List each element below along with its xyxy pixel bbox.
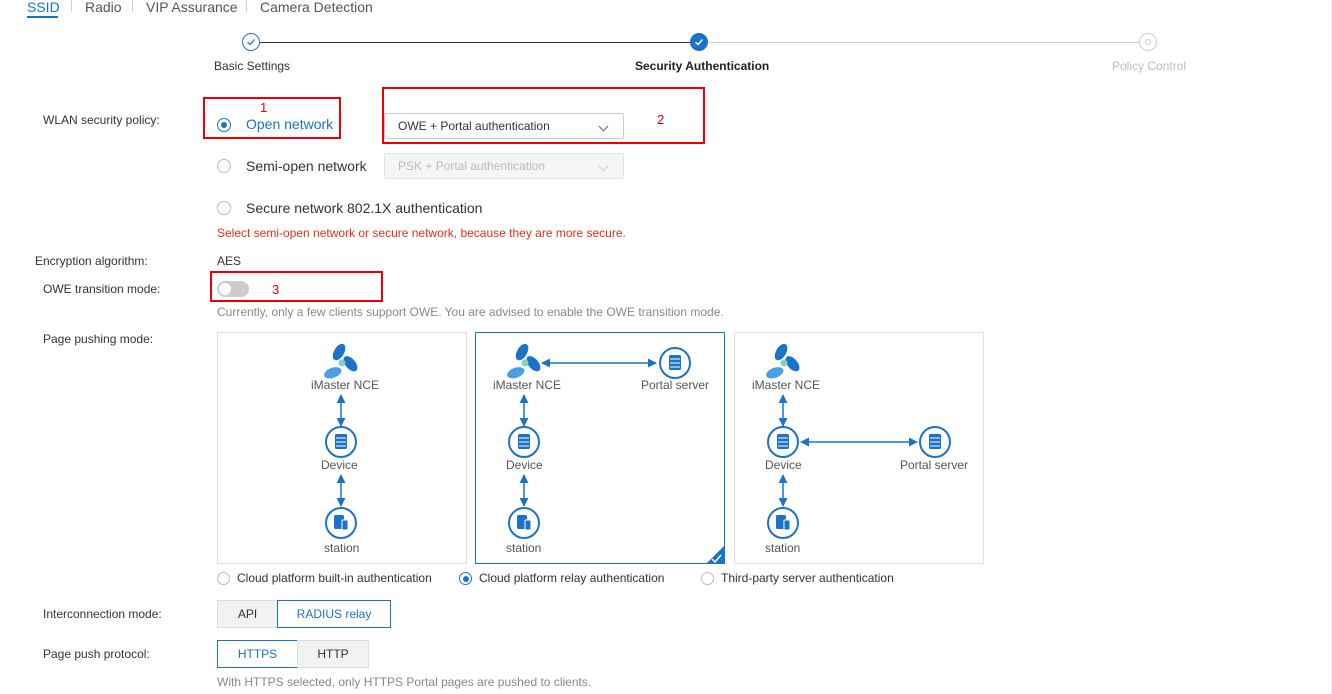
push-mode-card-builtin[interactable]: iMaster NCE Device station <box>217 332 467 564</box>
annotation-number-2: 2 <box>657 112 665 127</box>
relay-auth-label[interactable]: Cloud platform relay authentication <box>479 571 664 585</box>
secure-network-label[interactable]: Secure network <box>246 200 343 216</box>
push-mode-card-third-party[interactable]: iMaster NCE Device Portal server station <box>734 332 984 564</box>
device-icon <box>767 426 799 458</box>
step-policy-control-icon <box>1139 33 1157 51</box>
node-label-station: station <box>765 541 801 555</box>
imaster-nce-icon <box>324 343 358 379</box>
step-connector-pending <box>709 42 1139 43</box>
protocol-hint-text: With HTTPS selected, only HTTPS Portal p… <box>217 675 592 689</box>
node-label-nce: iMaster NCE <box>493 378 562 392</box>
node-label-portal-server: Portal server <box>641 378 710 392</box>
interconnection-radius-relay-button[interactable]: RADIUS relay <box>277 600 391 628</box>
node-label-device: Device <box>765 458 802 472</box>
step-connector-done <box>260 42 690 43</box>
interconnection-mode-label: Interconnection mode: <box>43 607 162 621</box>
semi-open-network-label[interactable]: Semi-open network <box>246 158 367 174</box>
semi-open-auth-value: PSK + Portal authentication <box>398 159 546 173</box>
portal-server-icon <box>659 347 691 379</box>
node-label-device: Device <box>321 458 358 472</box>
tab-radio[interactable]: Radio <box>85 0 122 15</box>
node-label-portal-server: Portal server <box>900 458 969 472</box>
builtin-auth-label[interactable]: Cloud platform built-in authentication <box>237 571 432 585</box>
relay-auth-radio[interactable] <box>459 572 472 585</box>
node-label-nce: iMaster NCE <box>311 378 380 392</box>
interconnection-api-button[interactable]: API <box>217 600 278 628</box>
builtin-auth-radio[interactable] <box>217 572 230 585</box>
owe-transition-mode-label: OWE transition mode: <box>43 282 161 296</box>
tab-camera-detection[interactable]: Camera Detection <box>260 0 373 15</box>
page-pushing-mode-label: Page pushing mode: <box>43 332 154 346</box>
tab-divider <box>71 0 72 12</box>
semi-open-network-radio[interactable] <box>217 159 231 173</box>
tab-ssid[interactable]: SSID <box>27 0 60 15</box>
semi-open-auth-select: PSK + Portal authentication <box>384 153 624 179</box>
tab-divider <box>246 0 247 12</box>
annotation-number-1: 1 <box>260 100 268 115</box>
security-warning-text: Select semi-open network or secure netwo… <box>217 226 626 240</box>
node-label-device: Device <box>506 458 543 472</box>
station-icon <box>508 507 540 539</box>
chevron-down-icon <box>598 161 609 172</box>
portal-server-icon <box>919 426 951 458</box>
node-label-nce: iMaster NCE <box>752 378 821 392</box>
annotation-box-1 <box>203 97 341 139</box>
step-label-policy-control: Policy Control <box>1112 59 1187 73</box>
imaster-nce-icon <box>766 343 800 379</box>
device-icon <box>508 426 540 458</box>
active-tab-indicator <box>27 16 58 18</box>
protocol-http-button[interactable]: HTTP <box>297 640 369 668</box>
step-label-security-authentication: Security Authentication <box>635 59 770 73</box>
secure-network-auth-value: 802.1X authentication <box>347 200 483 216</box>
wlan-security-policy-label: WLAN security policy: <box>43 113 160 127</box>
step-security-check-icon <box>690 33 708 51</box>
third-party-auth-radio[interactable] <box>701 572 714 585</box>
station-icon <box>767 507 799 539</box>
page-push-protocol-label: Page push protocol: <box>43 647 150 661</box>
encryption-algorithm-label: Encryption algorithm: <box>35 254 148 268</box>
node-label-station: station <box>506 541 542 555</box>
annotation-number-3: 3 <box>272 282 280 297</box>
protocol-https-button[interactable]: HTTPS <box>217 640 298 668</box>
push-mode-card-relay[interactable]: iMaster NCE Portal server Device station <box>475 332 725 564</box>
selected-corner-check-icon <box>706 545 725 564</box>
step-label-basic-settings[interactable]: Basic Settings <box>214 59 290 73</box>
imaster-nce-icon <box>507 343 541 379</box>
station-icon <box>325 507 357 539</box>
third-party-auth-label[interactable]: Third-party server authentication <box>721 571 894 585</box>
step-basic-settings-check-icon <box>242 33 260 51</box>
tab-divider <box>132 0 133 12</box>
secure-network-radio[interactable] <box>217 201 231 215</box>
owe-transition-toggle[interactable] <box>217 281 249 297</box>
tab-vip-assurance[interactable]: VIP Assurance <box>146 0 238 15</box>
device-icon <box>325 426 357 458</box>
tab-bar: SSID Radio VIP Assurance Camera Detectio… <box>0 0 1332 20</box>
node-label-station: station <box>324 541 360 555</box>
owe-hint-text: Currently, only a few clients support OW… <box>217 305 724 319</box>
encryption-algorithm-value: AES <box>217 254 242 268</box>
